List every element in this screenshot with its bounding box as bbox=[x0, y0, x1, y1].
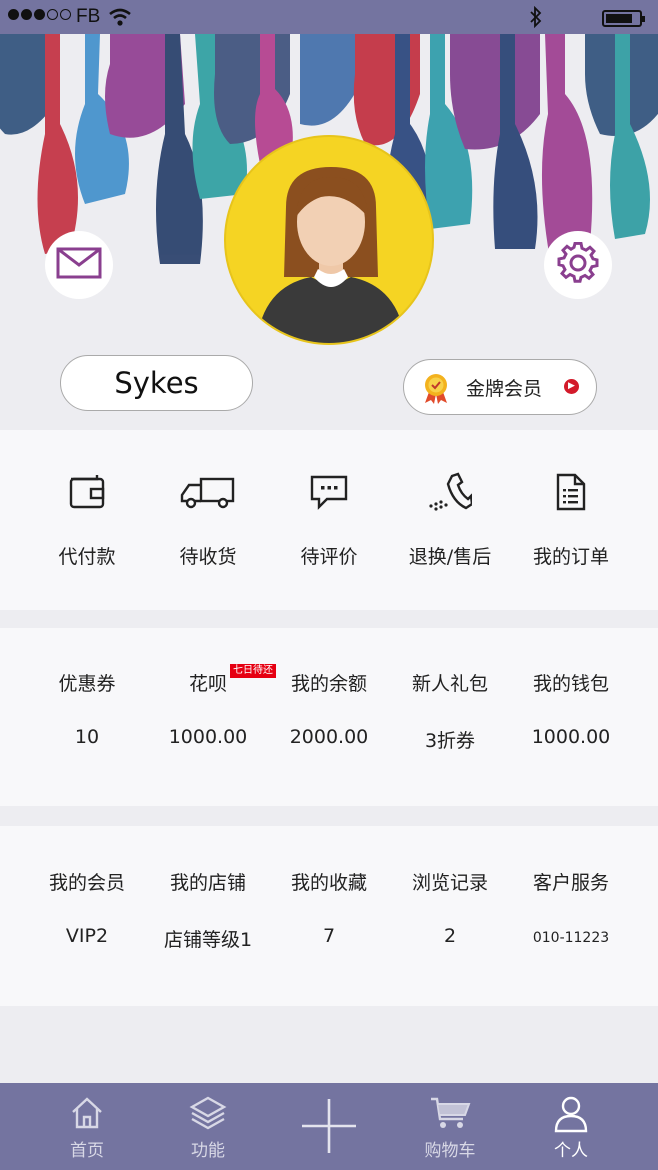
chevron-right-icon: ▶ bbox=[564, 379, 579, 394]
tab-add[interactable] bbox=[269, 1083, 389, 1170]
order-pending-review[interactable]: 待评价 bbox=[269, 470, 389, 569]
services-section: 我的会员 VIP2 我的店铺 店铺等级1 我的收藏 7 浏览记录 2 客户服务 … bbox=[0, 826, 658, 1006]
newcomer-gift-item[interactable]: 新人礼包 3折券 bbox=[390, 669, 510, 753]
username-button[interactable]: Sykes bbox=[60, 355, 253, 411]
service-value: VIP2 bbox=[65, 925, 109, 947]
avatar[interactable] bbox=[224, 135, 434, 345]
profile-header: Sykes 金牌会员 ▶ bbox=[0, 34, 658, 430]
status-bar: FB bbox=[0, 0, 658, 34]
comment-icon bbox=[269, 470, 389, 514]
tab-features[interactable]: 功能 bbox=[148, 1083, 268, 1170]
order-label: 退换/售后 bbox=[408, 546, 492, 568]
tab-label: 个人 bbox=[554, 1141, 588, 1161]
order-label: 待收货 bbox=[179, 546, 237, 568]
service-label: 我的收藏 bbox=[290, 872, 367, 894]
tab-label: 购物车 bbox=[424, 1141, 476, 1161]
mail-button[interactable] bbox=[45, 231, 113, 299]
service-value: 010-11223 bbox=[532, 930, 610, 946]
finance-label: 新人礼包 bbox=[411, 673, 488, 695]
my-orders[interactable]: 我的订单 bbox=[511, 470, 631, 569]
battery-icon bbox=[602, 10, 645, 27]
finance-value: 1000.00 bbox=[531, 726, 611, 748]
huabei-item[interactable]: 花呗 1000.00 bbox=[148, 669, 268, 748]
finance-label: 优惠券 bbox=[58, 673, 116, 695]
history-item[interactable]: 浏览记录 2 bbox=[390, 868, 510, 947]
wallet-item[interactable]: 我的钱包 1000.00 bbox=[511, 669, 631, 748]
document-icon bbox=[511, 470, 631, 514]
membership-label: 金牌会员 bbox=[466, 378, 543, 400]
medal-icon bbox=[422, 372, 450, 408]
service-label: 我的店铺 bbox=[169, 872, 246, 894]
plus-icon bbox=[269, 1097, 389, 1155]
tab-profile[interactable]: 个人 bbox=[511, 1083, 631, 1170]
carrier-label: FB bbox=[76, 6, 101, 27]
cart-icon bbox=[390, 1095, 510, 1131]
finance-label: 我的余额 bbox=[290, 673, 367, 695]
order-pending-receipt[interactable]: 待收货 bbox=[148, 470, 268, 569]
finance-value: 2000.00 bbox=[289, 726, 369, 748]
wifi-icon bbox=[108, 7, 132, 31]
order-label: 待评价 bbox=[300, 546, 358, 568]
service-value: 2 bbox=[443, 925, 457, 947]
favorites-item[interactable]: 我的收藏 7 bbox=[269, 868, 389, 947]
coupon-item[interactable]: 优惠券 10 bbox=[27, 669, 147, 748]
service-value: 店铺等级1 bbox=[163, 929, 253, 951]
order-label: 代付款 bbox=[58, 546, 116, 568]
wallet-icon bbox=[27, 470, 147, 514]
service-label: 客户服务 bbox=[532, 872, 609, 894]
service-value: 7 bbox=[322, 925, 336, 947]
order-label: 我的订单 bbox=[532, 546, 609, 568]
bottom-tab-bar: 首页 功能 购物车 个人 bbox=[0, 1083, 658, 1170]
finance-label: 我的钱包 bbox=[532, 673, 609, 695]
finance-value: 10 bbox=[74, 726, 100, 748]
membership-item[interactable]: 我的会员 VIP2 bbox=[27, 868, 147, 947]
my-store-item[interactable]: 我的店铺 店铺等级1 bbox=[148, 868, 268, 952]
phone-icon bbox=[390, 470, 510, 514]
tab-label: 功能 bbox=[191, 1141, 225, 1161]
order-pending-payment[interactable]: 代付款 bbox=[27, 470, 147, 569]
finance-section: 优惠券 10 花呗 1000.00 七日待还 我的余额 2000.00 新人礼包… bbox=[0, 628, 658, 806]
layers-icon bbox=[148, 1095, 268, 1131]
membership-button[interactable]: 金牌会员 ▶ bbox=[403, 359, 597, 415]
bluetooth-icon bbox=[529, 5, 543, 32]
balance-item[interactable]: 我的余额 2000.00 bbox=[269, 669, 389, 748]
settings-button[interactable] bbox=[544, 231, 612, 299]
tab-home[interactable]: 首页 bbox=[27, 1083, 147, 1170]
home-icon bbox=[27, 1095, 147, 1131]
customer-service-item[interactable]: 客户服务 010-11223 bbox=[511, 868, 631, 946]
mail-icon bbox=[56, 247, 102, 283]
signal-dots-icon bbox=[8, 9, 71, 20]
truck-icon bbox=[148, 470, 268, 514]
order-returns[interactable]: 退换/售后 bbox=[390, 470, 510, 569]
finance-value: 1000.00 bbox=[168, 726, 248, 748]
service-label: 浏览记录 bbox=[411, 872, 488, 894]
tab-cart[interactable]: 购物车 bbox=[390, 1083, 510, 1170]
person-icon bbox=[511, 1095, 631, 1133]
username: Sykes bbox=[114, 366, 199, 400]
tab-label: 首页 bbox=[70, 1141, 104, 1161]
gear-icon bbox=[557, 241, 599, 288]
service-label: 我的会员 bbox=[48, 872, 125, 894]
finance-value: 3折券 bbox=[424, 730, 476, 752]
order-status-section: 代付款 待收货 待评价 退换/售后 我的订单 bbox=[0, 430, 658, 610]
